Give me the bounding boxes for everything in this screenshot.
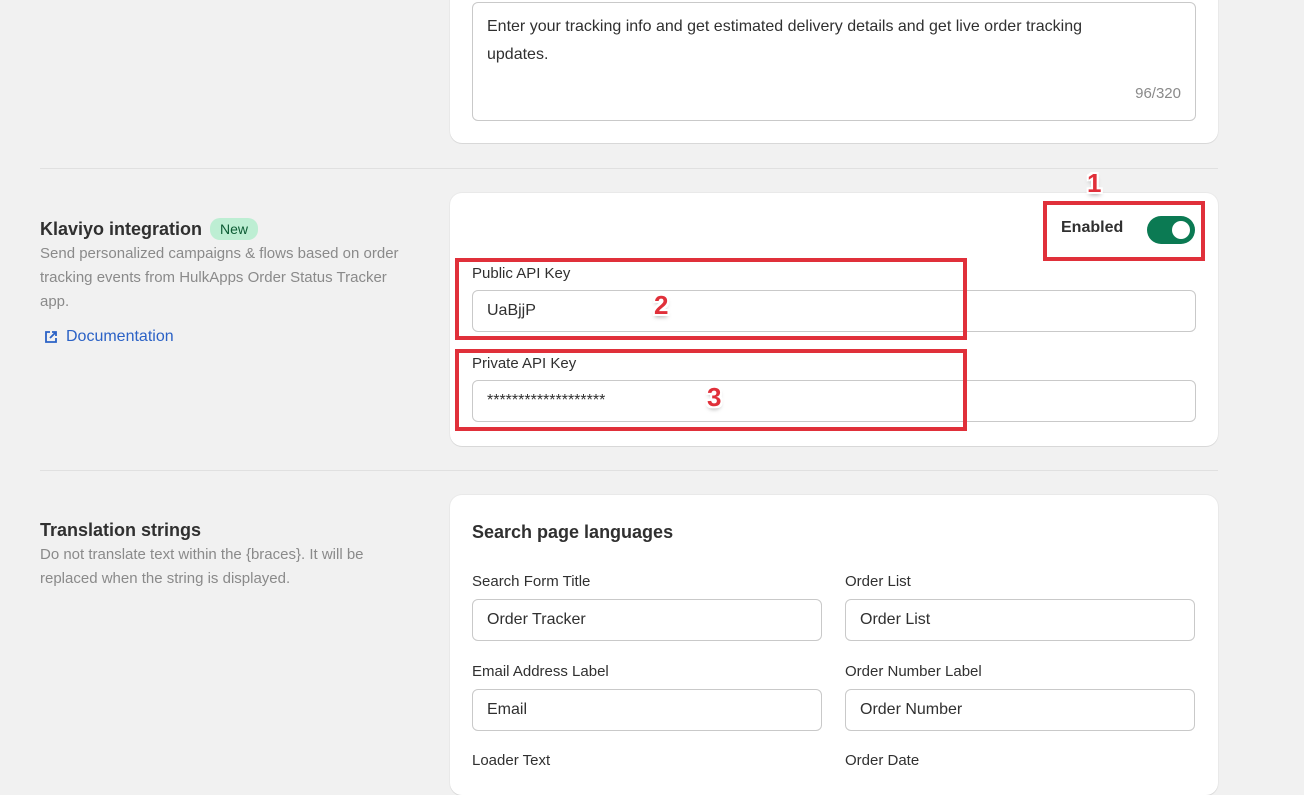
section-divider [40, 168, 1218, 169]
annotation-number-3: 3 [707, 382, 722, 412]
tracking-message-card: Enter your tracking info and get estimat… [450, 0, 1218, 143]
tracking-message-textarea[interactable]: Enter your tracking info and get estimat… [472, 2, 1196, 121]
search-form-title-label: Search Form Title [472, 573, 591, 590]
email-address-label-label: Email Address Label [472, 663, 609, 680]
klaviyo-section-info: Klaviyo integration New Send personalize… [40, 218, 410, 346]
loader-text-label: Loader Text [472, 752, 551, 769]
annotation-number-2: 2 [654, 290, 669, 320]
order-number-label-label: Order Number Label [845, 663, 982, 680]
annotation-number-1: 1 [1087, 168, 1102, 198]
search-form-title-input[interactable]: Order Tracker [472, 599, 822, 641]
klaviyo-description: Send personalized campaigns & flows base… [40, 245, 399, 310]
annotation-box-2 [455, 258, 967, 340]
translation-title: Translation strings [40, 520, 202, 540]
email-address-label-input[interactable]: Email [472, 689, 822, 731]
search-page-languages-title: Search page languages [472, 522, 674, 542]
documentation-link-label[interactable]: Documentation [66, 328, 174, 346]
klaviyo-title: Klaviyo integration [40, 218, 203, 239]
search-page-languages-card: Search page languages Search Form Title … [450, 495, 1218, 795]
character-counter: 96/320 [1135, 85, 1181, 102]
translation-section-info: Translation strings Do not translate tex… [40, 520, 410, 591]
translation-description: Do not translate text within the {braces… [40, 546, 364, 587]
order-number-label-input[interactable]: Order Number [845, 689, 1195, 731]
annotation-box-1 [1043, 201, 1205, 261]
new-badge: New [210, 218, 259, 240]
order-date-label: Order Date [845, 752, 920, 769]
tracking-message-text: Enter your tracking info and get estimat… [487, 18, 1082, 63]
section-divider [40, 470, 1218, 471]
order-list-input[interactable]: Order List [845, 599, 1195, 641]
documentation-link[interactable]: Documentation [40, 328, 410, 346]
external-link-icon [45, 331, 57, 343]
order-list-label: Order List [845, 573, 911, 590]
